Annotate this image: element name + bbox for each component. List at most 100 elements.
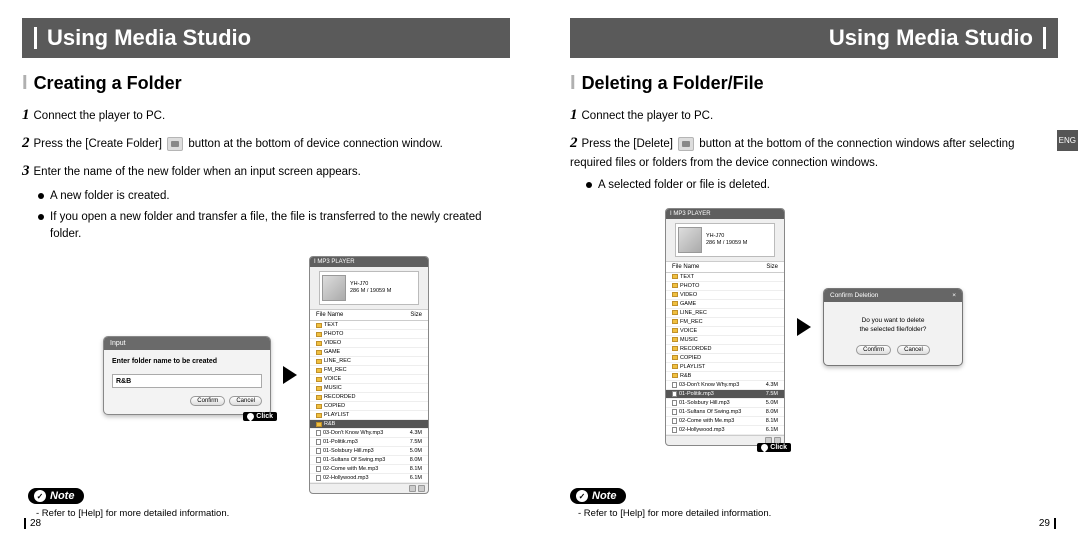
step-1-text: Connect the player to PC.: [34, 110, 166, 122]
folder-row[interactable]: VIDEO: [310, 339, 428, 348]
device-box: YH-J70 286 M / 19059 M: [675, 223, 775, 257]
cancel-button[interactable]: Cancel: [897, 345, 930, 355]
header-ornament: [34, 27, 37, 49]
folder-row[interactable]: COPIED: [666, 354, 784, 363]
arrow-icon: [283, 366, 297, 384]
input-dialog: Input Enter folder name to be created Co…: [103, 336, 271, 416]
note-badge: Note: [28, 488, 84, 504]
column-headers: File NameSize: [666, 261, 784, 273]
file-row[interactable]: 01-Solsbury Hill.mp35.0M: [310, 447, 428, 456]
folder-row[interactable]: LINE_REC: [666, 309, 784, 318]
header-bar-right: Using Media Studio: [570, 18, 1058, 58]
click-callout: Click: [243, 412, 277, 421]
step-2-text-a: Press the [Create Folder]: [34, 138, 166, 150]
folder-row[interactable]: FM_REC: [310, 366, 428, 375]
file-row[interactable]: 03-Don't Know Why.mp34.3M: [310, 429, 428, 438]
diagram-left: Input Enter folder name to be created Co…: [22, 256, 510, 494]
device-name: YH-J70: [706, 233, 747, 240]
folder-row[interactable]: VOICE: [666, 327, 784, 336]
file-row[interactable]: 01-Politik.mp37.5M: [666, 390, 784, 399]
step-3: 3Enter the name of the new folder when a…: [22, 161, 510, 183]
confirm-dialog-title: Confirm Deletion ×: [824, 289, 962, 302]
step-1-text: Connect the player to PC.: [582, 110, 714, 122]
folder-row[interactable]: PLAYLIST: [310, 411, 428, 420]
note-badge: Note: [570, 488, 626, 504]
folder-row[interactable]: PHOTO: [310, 330, 428, 339]
file-row[interactable]: 01-Sultans Of Swing.mp38.0M: [666, 408, 784, 417]
header-bar-left: Using Media Studio: [22, 18, 510, 58]
file-row[interactable]: 02-Hollywood.mp36.1M: [310, 474, 428, 483]
input-dialog-wrap: Input Enter folder name to be created Co…: [103, 336, 271, 416]
file-row[interactable]: 02-Come with Me.mp38.1M: [310, 465, 428, 474]
section-pipe: I: [22, 72, 28, 95]
confirm-button[interactable]: Confirm: [856, 345, 891, 355]
step-2: 2Press the [Create Folder] button at the…: [22, 133, 510, 155]
create-folder-icon: [167, 137, 183, 151]
confirm-button[interactable]: Confirm: [190, 396, 225, 406]
folder-row[interactable]: RECORDED: [310, 393, 428, 402]
file-row[interactable]: 02-Come with Me.mp38.1M: [666, 417, 784, 426]
file-row[interactable]: 03-Don't Know Why.mp34.3M: [666, 381, 784, 390]
step-2-text-a: Press the [Delete]: [582, 138, 677, 150]
note-block-right: Note - Refer to [Help] for more detailed…: [570, 486, 771, 520]
device-name: YH-J70: [350, 281, 391, 288]
input-dialog-title: Input: [104, 337, 270, 350]
section-title-right: I Deleting a Folder/File: [570, 72, 1058, 95]
folder-row[interactable]: GAME: [310, 348, 428, 357]
folder-row[interactable]: PLAYLIST: [666, 363, 784, 372]
folder-row[interactable]: MUSIC: [310, 384, 428, 393]
header-ornament: [1043, 27, 1046, 49]
note-block-left: Note - Refer to [Help] for more detailed…: [28, 486, 229, 520]
folder-row[interactable]: FM_REC: [666, 318, 784, 327]
step-2: 2Press the [Delete] button at the bottom…: [570, 133, 1058, 171]
device-panel-wrap: I MP3 PLAYER YH-J70 286 M / 19059 M File…: [665, 208, 785, 446]
cancel-button[interactable]: Cancel: [229, 396, 262, 406]
file-row[interactable]: 01-Solsbury Hill.mp35.0M: [666, 399, 784, 408]
device-size: 286 M / 19059 M: [706, 240, 747, 247]
close-icon[interactable]: ×: [952, 292, 956, 299]
folder-row[interactable]: GAME: [666, 300, 784, 309]
step-1: 1Connect the player to PC.: [570, 105, 1058, 127]
folder-row[interactable]: TEXT: [310, 321, 428, 330]
folder-name-input[interactable]: [112, 374, 262, 388]
folder-row[interactable]: VOICE: [310, 375, 428, 384]
section-pipe: I: [570, 72, 576, 95]
section-title-left: I Creating a Folder: [22, 72, 510, 95]
folder-row[interactable]: LINE_REC: [310, 357, 428, 366]
panel-toolbar: [310, 483, 428, 493]
folder-row[interactable]: MUSIC: [666, 336, 784, 345]
confirm-dialog-text: Do you want to delete the selected file/…: [832, 316, 954, 336]
selected-folder-row[interactable]: R&B: [310, 420, 428, 429]
panel-title: I MP3 PLAYER: [666, 209, 784, 219]
file-row[interactable]: 01-Politik.mp37.5M: [310, 438, 428, 447]
page-right: Using Media Studio I Deleting a Folder/F…: [540, 0, 1080, 539]
file-row[interactable]: 02-Hollywood.mp36.1M: [666, 426, 784, 435]
device-box: YH-J70 286 M / 19059 M: [319, 271, 419, 305]
folder-row[interactable]: TEXT: [666, 273, 784, 282]
folder-row[interactable]: VIDEO: [666, 291, 784, 300]
bullet-1: A new folder is created.: [38, 188, 510, 205]
device-panel-right: I MP3 PLAYER YH-J70 286 M / 19059 M File…: [665, 208, 785, 446]
bullet-2: If you open a new folder and transfer a …: [38, 209, 510, 242]
toolbar-icon[interactable]: [418, 485, 425, 492]
folder-row[interactable]: R&B: [666, 372, 784, 381]
panel-title: I MP3 PLAYER: [310, 257, 428, 267]
folder-row[interactable]: COPIED: [310, 402, 428, 411]
step-3-text: Enter the name of the new folder when an…: [34, 166, 361, 178]
page-number-right: 29: [1039, 518, 1056, 529]
device-panel-left: I MP3 PLAYER YH-J70 286 M / 19059 M File…: [309, 256, 429, 494]
page-left: Using Media Studio I Creating a Folder 1…: [0, 0, 540, 539]
file-row[interactable]: 01-Sultans Of Swing.mp38.0M: [310, 456, 428, 465]
page-number-left: 28: [24, 518, 41, 529]
device-size: 286 M / 19059 M: [350, 288, 391, 295]
input-dialog-label: Enter folder name to be created: [112, 358, 262, 365]
folder-row[interactable]: PHOTO: [666, 282, 784, 291]
device-icon: [322, 275, 346, 301]
click-callout: Click: [757, 443, 791, 452]
step-2-text-b: button at the bottom of device connectio…: [185, 138, 443, 150]
note-text: - Refer to [Help] for more detailed info…: [578, 508, 771, 519]
folder-row[interactable]: RECORDED: [666, 345, 784, 354]
toolbar-icon[interactable]: [409, 485, 416, 492]
confirm-dialog: Confirm Deletion × Do you want to delete…: [823, 288, 963, 367]
delete-icon: [678, 137, 694, 151]
